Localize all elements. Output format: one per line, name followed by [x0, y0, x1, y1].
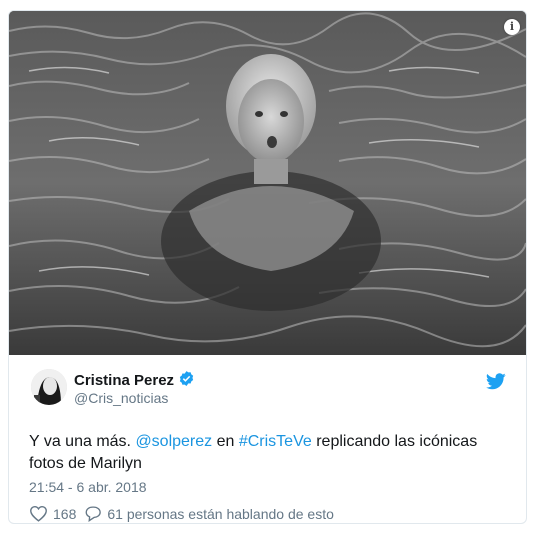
tweet-text-middle: en [212, 433, 239, 450]
tweet-text-prefix: Y va una más. [29, 433, 136, 450]
avatar[interactable] [31, 369, 67, 405]
tweet-text: Y va una más. @solperez en #CrisTeVe rep… [29, 431, 499, 475]
like-button[interactable]: 168 [29, 505, 76, 522]
avatar-image [31, 369, 67, 405]
conversation-link[interactable]: 61 personas están hablando de esto [84, 505, 334, 522]
twitter-bird-icon[interactable] [486, 373, 506, 390]
author-name-row[interactable]: Cristina Perez [74, 370, 195, 389]
tweet-card[interactable]: i Cristina Perez @Cris_noticias Y va una… [8, 10, 527, 524]
swimming-pool-photo [9, 11, 526, 355]
author-handle[interactable]: @Cris_noticias [74, 390, 168, 406]
heart-icon [30, 506, 47, 522]
tweet-body: Cristina Perez @Cris_noticias Y va una m… [9, 355, 526, 523]
mention-link[interactable]: @solperez [135, 433, 212, 450]
comment-icon [85, 506, 102, 522]
author-name[interactable]: Cristina Perez [74, 372, 174, 389]
tweet-timestamp[interactable]: 21:54 - 6 abr. 2018 [29, 479, 147, 495]
like-count: 168 [53, 505, 77, 522]
hashtag-link[interactable]: #CrisTeVe [239, 433, 312, 450]
verified-badge-icon [179, 371, 194, 386]
conversation-text[interactable]: 61 personas están hablando de esto [107, 506, 334, 522]
info-icon[interactable]: i [504, 19, 520, 35]
tweet-actions: 168 61 personas están hablando de esto [29, 505, 342, 522]
tweet-photo[interactable]: i [9, 11, 526, 355]
